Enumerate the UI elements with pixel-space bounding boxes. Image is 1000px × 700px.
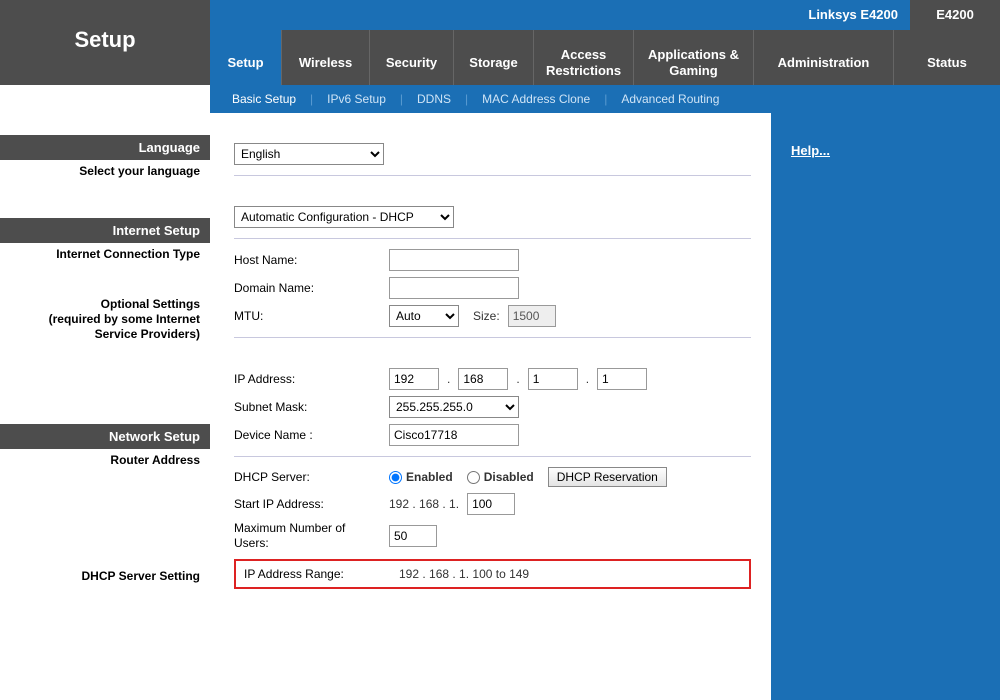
label-ip-range: IP Address Range: [244,567,399,581]
row-language: English [234,143,751,165]
tab-applications-gaming[interactable]: Applications & Gaming [634,30,754,85]
ip-range-value: 192 . 168 . 1. 100 to 149 [399,567,529,581]
tab-wireless[interactable]: Wireless [282,30,370,85]
subnav-ddns[interactable]: DDNS [417,92,451,106]
dhcp-disabled-wrap[interactable]: Disabled [467,470,548,484]
tab-storage[interactable]: Storage [454,30,534,85]
row-conn-type: Automatic Configuration - DHCP [234,206,751,228]
row-host-name: Host Name: [234,249,751,271]
label-max-users: Maximum Number of Users: [234,521,389,551]
mtu-size-input [508,305,556,327]
subnav-ipv6[interactable]: IPv6 Setup [327,92,386,106]
device-name-input[interactable] [389,424,519,446]
row-mtu: MTU: Auto Size: [234,305,751,327]
row-subnet-mask: Subnet Mask: 255.255.255.0 [234,396,751,418]
model-short: E4200 [910,0,1000,30]
dhcp-enabled-wrap[interactable]: Enabled [389,470,467,484]
row-start-ip: Start IP Address: 192 . 168 . 1. [234,493,751,515]
domain-name-input[interactable] [389,277,519,299]
sub-optional-settings: Optional Settings (required by some Inte… [0,293,210,342]
separator [234,175,751,176]
subnav-sep: | [400,92,403,106]
row-dhcp-server: DHCP Server: Enabled Disabled DHCP Reser… [234,467,751,487]
subnav-sep: | [310,92,313,106]
dhcp-disabled-radio[interactable] [467,471,480,484]
subnet-mask-select[interactable]: 255.255.255.0 [389,396,519,418]
row-ip-address: IP Address: . . . [234,368,751,390]
tab-administration[interactable]: Administration [754,30,894,85]
ip-octet-1[interactable] [389,368,439,390]
dhcp-reservation-button[interactable]: DHCP Reservation [548,467,667,487]
dhcp-disabled-label: Disabled [484,470,534,484]
label-domain-name: Domain Name: [234,281,389,295]
ip-dot: . [516,372,519,386]
subnav-left-gap [0,85,210,113]
tab-setup[interactable]: Setup [210,30,282,85]
language-select[interactable]: English [234,143,384,165]
subnav-mac-clone[interactable]: MAC Address Clone [482,92,590,106]
label-start-ip: Start IP Address: [234,497,389,511]
separator [234,456,751,457]
right-column: Help... [771,113,1000,700]
subnav-bar: Basic Setup | IPv6 Setup | DDNS | MAC Ad… [210,85,1000,113]
mtu-select[interactable]: Auto [389,305,459,327]
sub-select-language: Select your language [0,160,210,178]
dhcp-enabled-radio[interactable] [389,471,402,484]
sub-conn-type: Internet Connection Type [0,243,210,261]
row-device-name: Device Name : [234,424,751,446]
start-ip-prefix: 192 . 168 . 1. [389,497,459,511]
dhcp-enabled-label: Enabled [406,470,453,484]
label-host-name: Host Name: [234,253,389,267]
sub-router-address: Router Address [0,449,210,467]
label-device-name: Device Name : [234,428,389,442]
label-dhcp-server: DHCP Server: [234,470,389,484]
ip-octet-4[interactable] [597,368,647,390]
model-label: Linksys E4200 [760,0,910,30]
label-subnet-mask: Subnet Mask: [234,400,389,414]
tab-security[interactable]: Security [370,30,454,85]
subnav-sep: | [465,92,468,106]
ip-range-highlight: IP Address Range: 192 . 168 . 1. 100 to … [234,559,751,589]
max-users-input[interactable] [389,525,437,547]
host-name-input[interactable] [389,249,519,271]
subnav-basic-setup[interactable]: Basic Setup [232,92,296,106]
help-link[interactable]: Help... [791,143,830,158]
separator [234,238,751,239]
tab-status[interactable]: Status [894,30,1000,85]
label-size: Size: [473,309,500,323]
row-ip-range: IP Address Range: 192 . 168 . 1. 100 to … [244,567,741,581]
subnav-row: Basic Setup | IPv6 Setup | DDNS | MAC Ad… [0,85,1000,113]
hdr-internet-setup: Internet Setup [0,218,210,243]
start-ip-input[interactable] [467,493,515,515]
center-column: English Automatic Configuration - DHCP H… [210,113,771,700]
label-mtu: MTU: [234,309,389,323]
brand-spacer [210,0,760,30]
ip-dot: . [586,372,589,386]
optional-title: Optional Settings [101,297,200,311]
ip-octet-3[interactable] [528,368,578,390]
connection-type-select[interactable]: Automatic Configuration - DHCP [234,206,454,228]
main-nav-row: Setup Setup Wireless Security Storage Ac… [0,30,1000,85]
row-domain-name: Domain Name: [234,277,751,299]
content-row: Language Select your language Internet S… [0,113,1000,700]
nav-tabs: Setup Wireless Security Storage Access R… [210,30,1000,85]
hdr-language: Language [0,135,210,160]
sub-dhcp-setting: DHCP Server Setting [0,565,210,583]
separator [234,337,751,338]
tab-access-restrictions[interactable]: Access Restrictions [534,30,634,85]
subnav-advanced-routing[interactable]: Advanced Routing [621,92,719,106]
subnav-sep: | [604,92,607,106]
left-column: Language Select your language Internet S… [0,113,210,700]
label-ip-address: IP Address: [234,372,389,386]
optional-note: (required by some Internet Service Provi… [49,312,200,341]
hdr-network-setup: Network Setup [0,424,210,449]
ip-octet-2[interactable] [458,368,508,390]
row-max-users: Maximum Number of Users: [234,521,751,551]
page-title: Setup [0,25,210,85]
ip-dot: . [447,372,450,386]
